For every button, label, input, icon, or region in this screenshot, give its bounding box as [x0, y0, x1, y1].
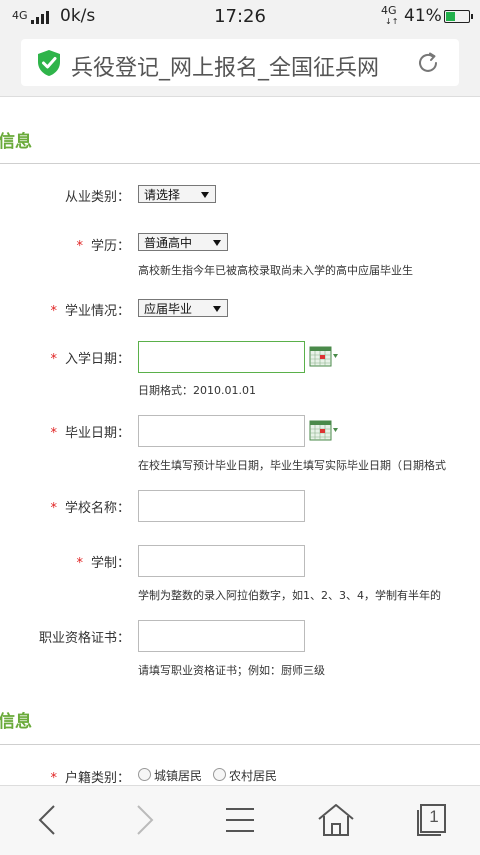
home-icon[interactable]: [316, 802, 356, 838]
required-mark: *: [50, 426, 57, 441]
education-select[interactable]: 普通高中: [138, 233, 228, 251]
radio-icon: [138, 768, 151, 781]
browser-bottom-nav: 1: [0, 785, 480, 855]
menu-icon[interactable]: [220, 802, 260, 838]
study-status-label: * 学业情况：: [50, 304, 130, 319]
duration-hint: 学制为整数的录入阿拉伯数字，如1、2、3、4，学制有半年的: [138, 589, 441, 602]
section-divider: [0, 744, 480, 745]
enroll-date-hint: 日期格式：2010.01.01: [138, 384, 256, 397]
grad-date-label: * 毕业日期：: [50, 426, 130, 441]
reload-icon[interactable]: [415, 50, 441, 76]
required-mark: *: [76, 556, 83, 571]
household-radio-urban[interactable]: 城镇居民: [138, 767, 202, 784]
household-label: * 户籍类别：: [50, 771, 130, 785]
enroll-date-label: * 入学日期：: [50, 352, 130, 367]
section-divider: [0, 163, 480, 164]
shield-check-icon: [38, 50, 60, 76]
certificate-input[interactable]: [138, 620, 305, 652]
battery-percent: 41%: [404, 6, 442, 26]
household-radio-rural[interactable]: 农村居民: [213, 767, 277, 784]
status-bar: 4G 0k/s 17:26 4G ↓↑ 41%: [0, 0, 480, 32]
required-mark: *: [50, 304, 57, 319]
section-title-education: 信息: [0, 132, 32, 152]
enroll-date-input[interactable]: [138, 341, 305, 373]
required-mark: *: [50, 352, 57, 367]
tabs-button[interactable]: 1: [412, 802, 452, 838]
education-label: * 学历：: [76, 239, 130, 254]
page-content: 信息 从业类别： 请选择 * 学历： 普通高中 高校新生指今年已被高校录取尚未入学…: [0, 97, 480, 785]
data-arrows-icon: ↓↑: [385, 17, 399, 26]
study-status-select[interactable]: 应届毕业: [138, 299, 228, 317]
education-hint: 高校新生指今年已被高校录取尚未入学的高中应届毕业生: [138, 264, 413, 277]
signal-label-2: 4G: [381, 4, 397, 17]
radio-icon: [213, 768, 226, 781]
grad-date-hint: 在校生填写预计毕业日期，毕业生填写实际毕业日期（日期格式: [138, 459, 446, 472]
duration-input[interactable]: [138, 545, 305, 577]
grad-date-input[interactable]: [138, 415, 305, 447]
required-mark: *: [50, 771, 57, 785]
page-title: 兵役登记_网上报名_全国征兵网: [71, 56, 380, 81]
school-name-label: * 学校名称：: [50, 501, 130, 516]
occupation-label: 从业类别：: [64, 190, 130, 205]
certificate-hint: 请填写职业资格证书；例如：厨师三级: [138, 664, 325, 677]
address-bar[interactable]: 兵役登记_网上报名_全国征兵网: [21, 39, 459, 86]
browser-toolbar: 兵役登记_网上报名_全国征兵网: [0, 32, 480, 97]
tab-count: 1: [429, 807, 439, 826]
required-mark: *: [76, 239, 83, 254]
occupation-select[interactable]: 请选择: [138, 185, 216, 203]
calendar-icon[interactable]: [309, 419, 339, 441]
required-mark: *: [50, 501, 57, 516]
back-icon[interactable]: [28, 802, 68, 838]
section-title-household: 信息: [0, 712, 32, 732]
forward-icon[interactable]: [124, 802, 164, 838]
battery-icon: [444, 10, 473, 23]
calendar-icon[interactable]: [309, 345, 339, 367]
certificate-label: 职业资格证书：: [38, 631, 130, 646]
school-name-input[interactable]: [138, 490, 305, 522]
duration-label: * 学制：: [76, 556, 130, 571]
